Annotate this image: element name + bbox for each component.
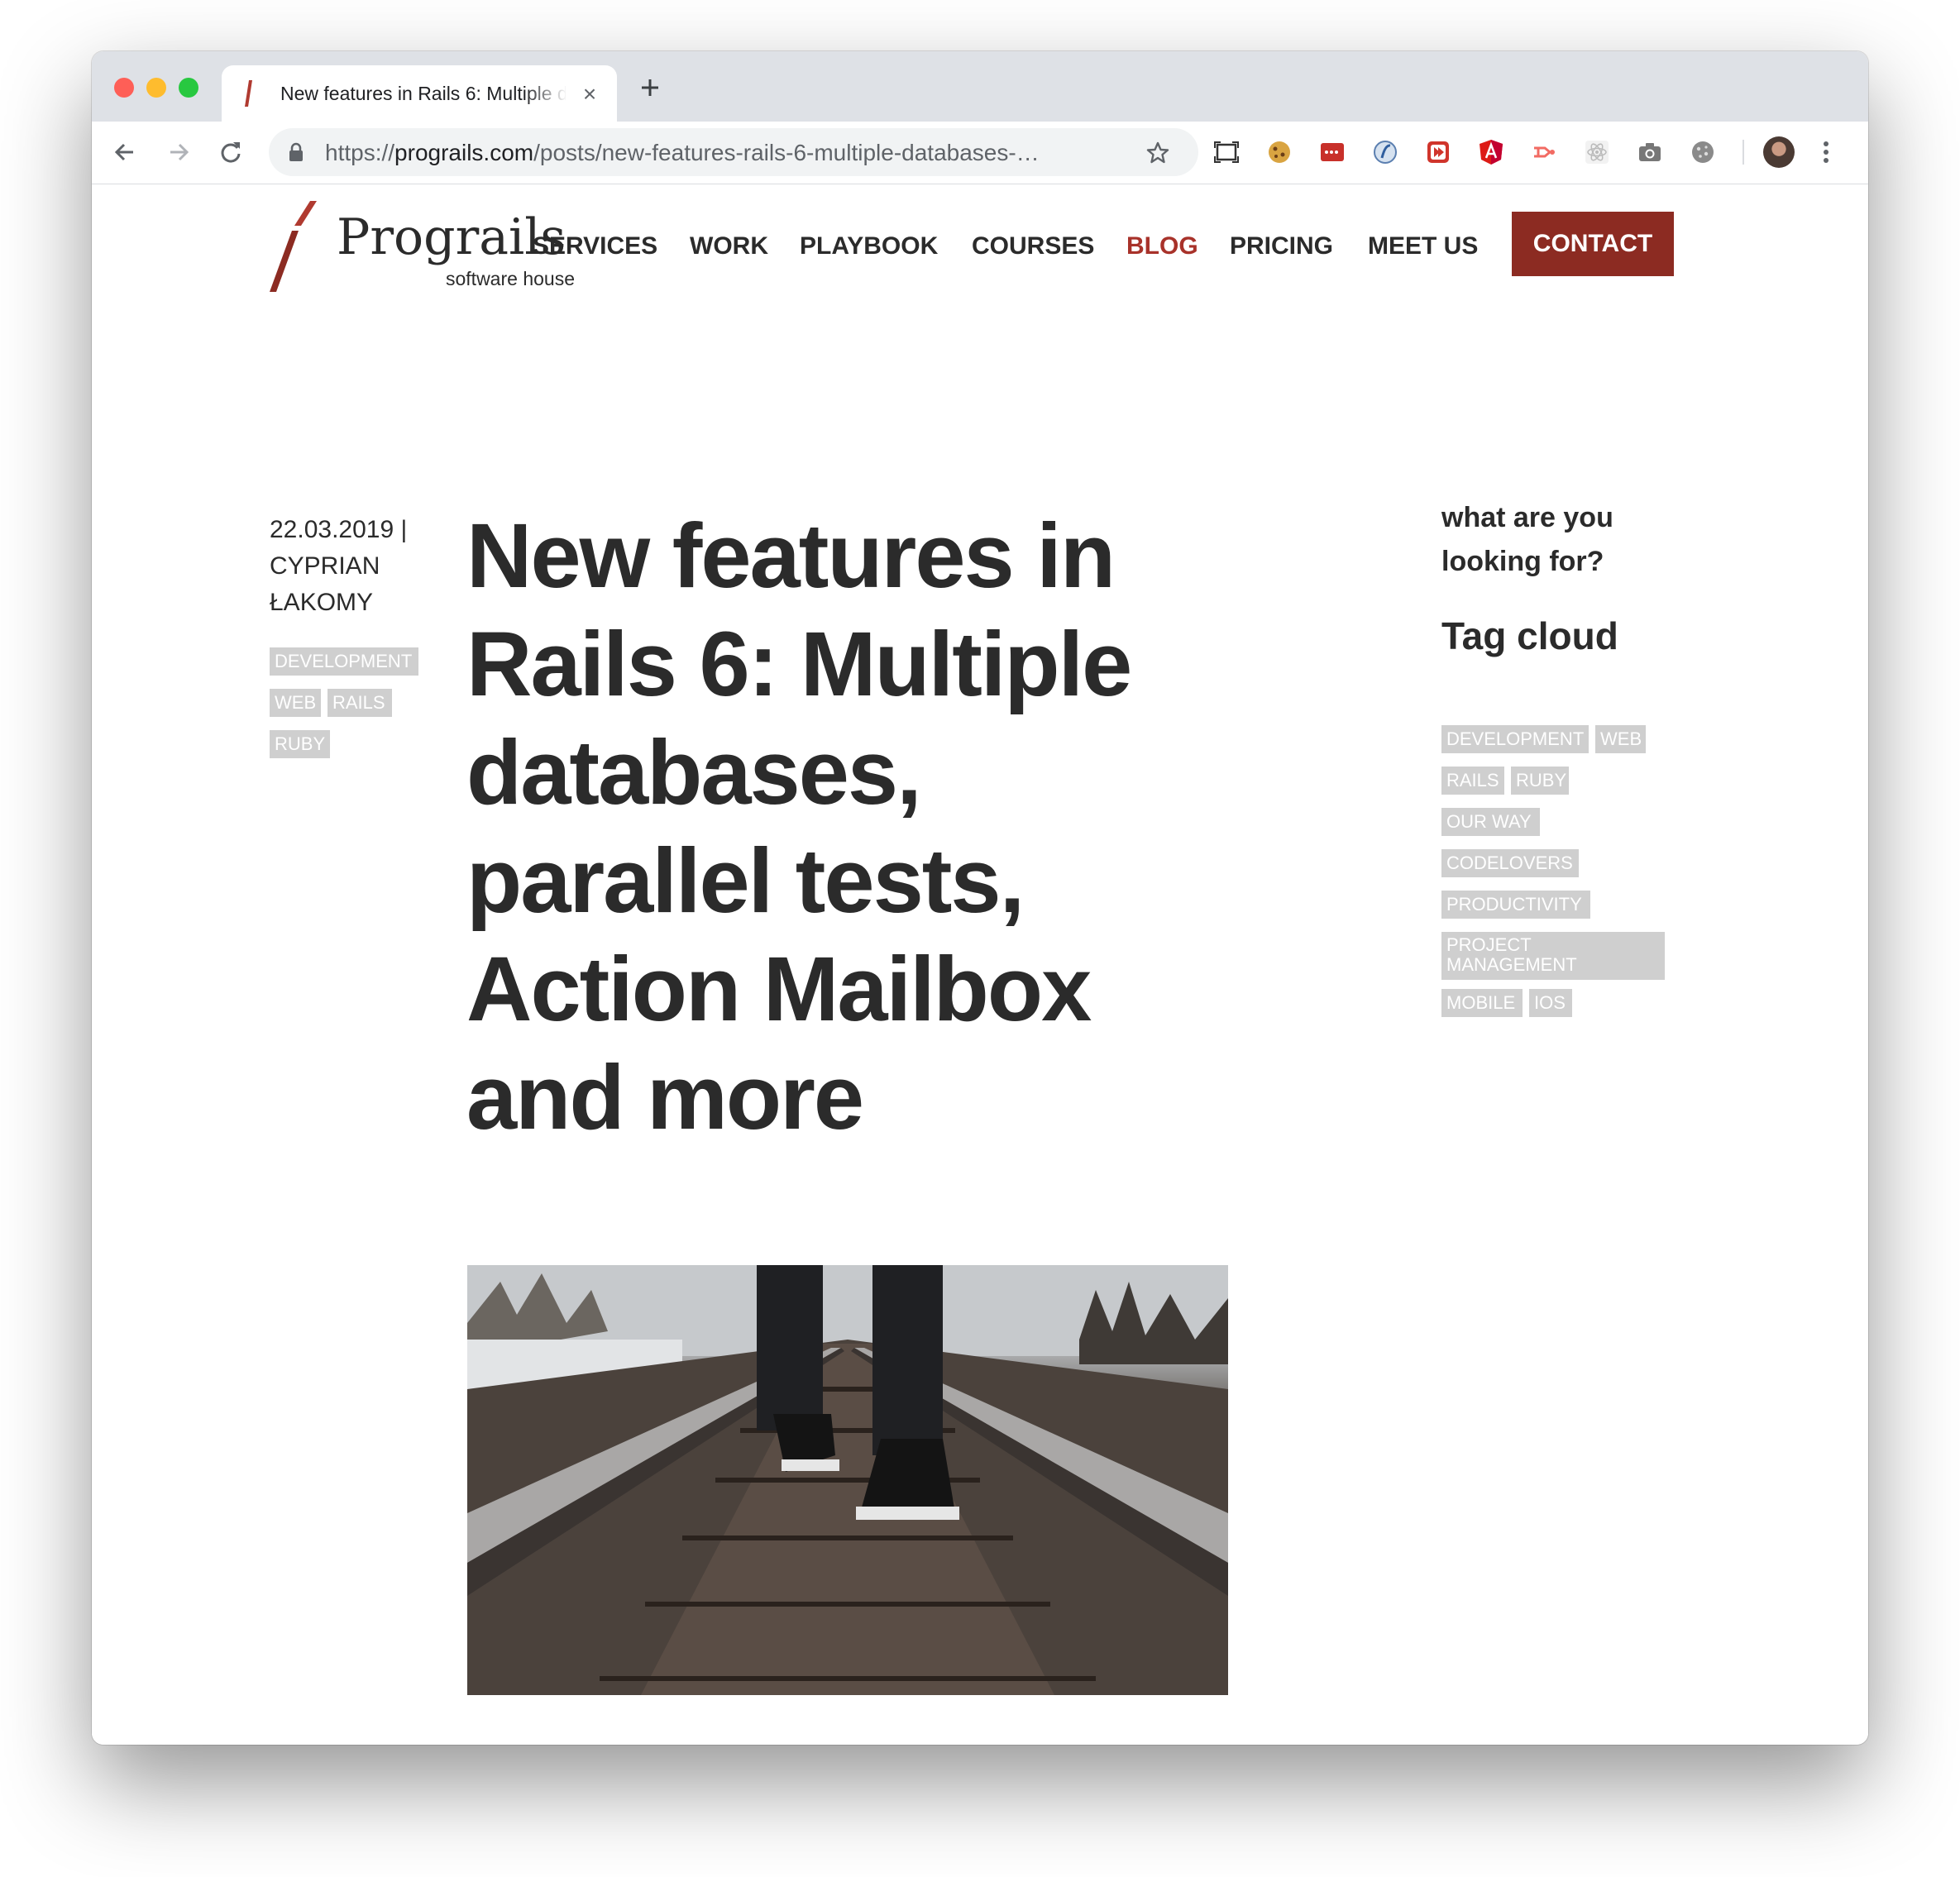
reload-icon[interactable] <box>217 138 245 166</box>
post-author-first[interactable]: CYPRIAN <box>270 548 380 585</box>
cookie-alt-icon[interactable] <box>1689 138 1717 166</box>
post-date: 22.03.2019 | <box>270 516 408 543</box>
tab-title-fade <box>524 80 567 108</box>
search-prompt[interactable]: what are you looking for? <box>1441 496 1665 584</box>
railway-photo-illustration <box>467 1265 1228 1695</box>
active-tab[interactable]: New features in Rails 6: Multiple databa… <box>222 65 617 122</box>
cloud-tag-codelovers[interactable]: CODELOVERS <box>1441 849 1579 877</box>
bookmark-star-icon[interactable] <box>1145 141 1170 165</box>
minimize-window-button[interactable] <box>146 78 166 98</box>
close-window-button[interactable] <box>114 78 134 98</box>
nav-services[interactable]: SERVICES <box>533 230 657 263</box>
nav-work[interactable]: WORK <box>690 230 768 263</box>
cookie-icon[interactable] <box>1265 138 1293 166</box>
react-icon[interactable] <box>1583 138 1611 166</box>
prograils-logo-mark-icon <box>270 201 317 292</box>
cloud-tag-project-management[interactable]: PROJECT MANAGEMENT <box>1441 932 1665 980</box>
url-text: https://prograils.com/posts/new-features… <box>325 139 1119 167</box>
cloud-tag-development[interactable]: DEVELOPMENT <box>1441 725 1589 753</box>
site-logo[interactable]: Prograils software house <box>267 201 575 292</box>
address-bar[interactable]: https://prograils.com/posts/new-features… <box>269 128 1198 176</box>
logo-name: Prograils <box>337 208 566 266</box>
nav-pricing[interactable]: PRICING <box>1230 230 1333 263</box>
browser-toolbar: https://prograils.com/posts/new-features… <box>92 122 1868 184</box>
new-tab-icon[interactable] <box>635 73 665 103</box>
cloud-tag-productivity[interactable]: PRODUCTIVITY <box>1441 891 1590 919</box>
post-hero-image <box>467 1265 1228 1695</box>
close-tab-icon[interactable]: × <box>579 83 600 106</box>
relay-icon[interactable] <box>1530 138 1558 166</box>
post-tag-development[interactable]: DEVELOPMENT <box>270 647 418 676</box>
tag-cloud-heading: Tag cloud <box>1441 614 1618 657</box>
post-tag-rails[interactable]: RAILS <box>327 689 392 717</box>
post-tag-web[interactable]: WEB <box>270 689 321 717</box>
cloud-tag-rails[interactable]: RAILS <box>1441 767 1504 795</box>
camera-icon[interactable] <box>1636 138 1664 166</box>
logo-tagline: software house <box>446 268 575 289</box>
cloud-tag-ios[interactable]: IOS <box>1529 989 1572 1017</box>
screenshot-icon[interactable] <box>1212 138 1241 166</box>
nav-blog[interactable]: BLOG <box>1126 230 1198 263</box>
nav-playbook[interactable]: PLAYBOOK <box>800 230 938 263</box>
profile-avatar[interactable] <box>1763 136 1795 168</box>
password-icon[interactable] <box>1318 138 1346 166</box>
cloud-tag-ruby[interactable]: RUBY <box>1511 767 1569 795</box>
page-content: Prograils software house SERVICES WORK P… <box>92 184 1868 1745</box>
back-icon[interactable] <box>111 138 139 166</box>
url-path: /posts/new-features-rails-6-multiple-dat… <box>533 140 1040 165</box>
angular-icon[interactable] <box>1477 138 1505 166</box>
url-scheme: https:// <box>325 140 395 165</box>
cloud-tag-mobile[interactable]: MOBILE <box>1441 989 1523 1017</box>
cloud-tag-web[interactable]: WEB <box>1595 725 1646 753</box>
browser-window: New features in Rails 6: Multiple databa… <box>92 51 1868 1745</box>
play-icon[interactable] <box>1424 138 1452 166</box>
prograils-favicon-icon <box>245 80 252 107</box>
post-author-last[interactable]: ŁAKOMY <box>270 585 373 621</box>
url-host: prograils.com <box>394 140 534 165</box>
post-tag-ruby[interactable]: RUBY <box>270 730 330 758</box>
nav-meet-us[interactable]: MEET US <box>1368 230 1478 263</box>
more-menu-icon[interactable] <box>1819 138 1833 166</box>
nav-courses[interactable]: COURSES <box>972 230 1094 263</box>
post-title: New features in Rails 6: Multiple databa… <box>466 505 1132 1149</box>
augury-icon[interactable] <box>1371 138 1399 166</box>
forward-icon[interactable] <box>165 138 193 166</box>
cloud-tag-our-way[interactable]: OUR WAY <box>1441 808 1540 836</box>
maximize-window-button[interactable] <box>179 78 198 98</box>
tab-bar: New features in Rails 6: Multiple databa… <box>92 51 1868 122</box>
contact-button[interactable]: CONTACT <box>1512 212 1674 276</box>
toolbar-separator <box>1742 140 1744 165</box>
tab-title: New features in Rails 6: Multiple databa… <box>280 83 566 104</box>
lock-icon <box>289 142 303 161</box>
